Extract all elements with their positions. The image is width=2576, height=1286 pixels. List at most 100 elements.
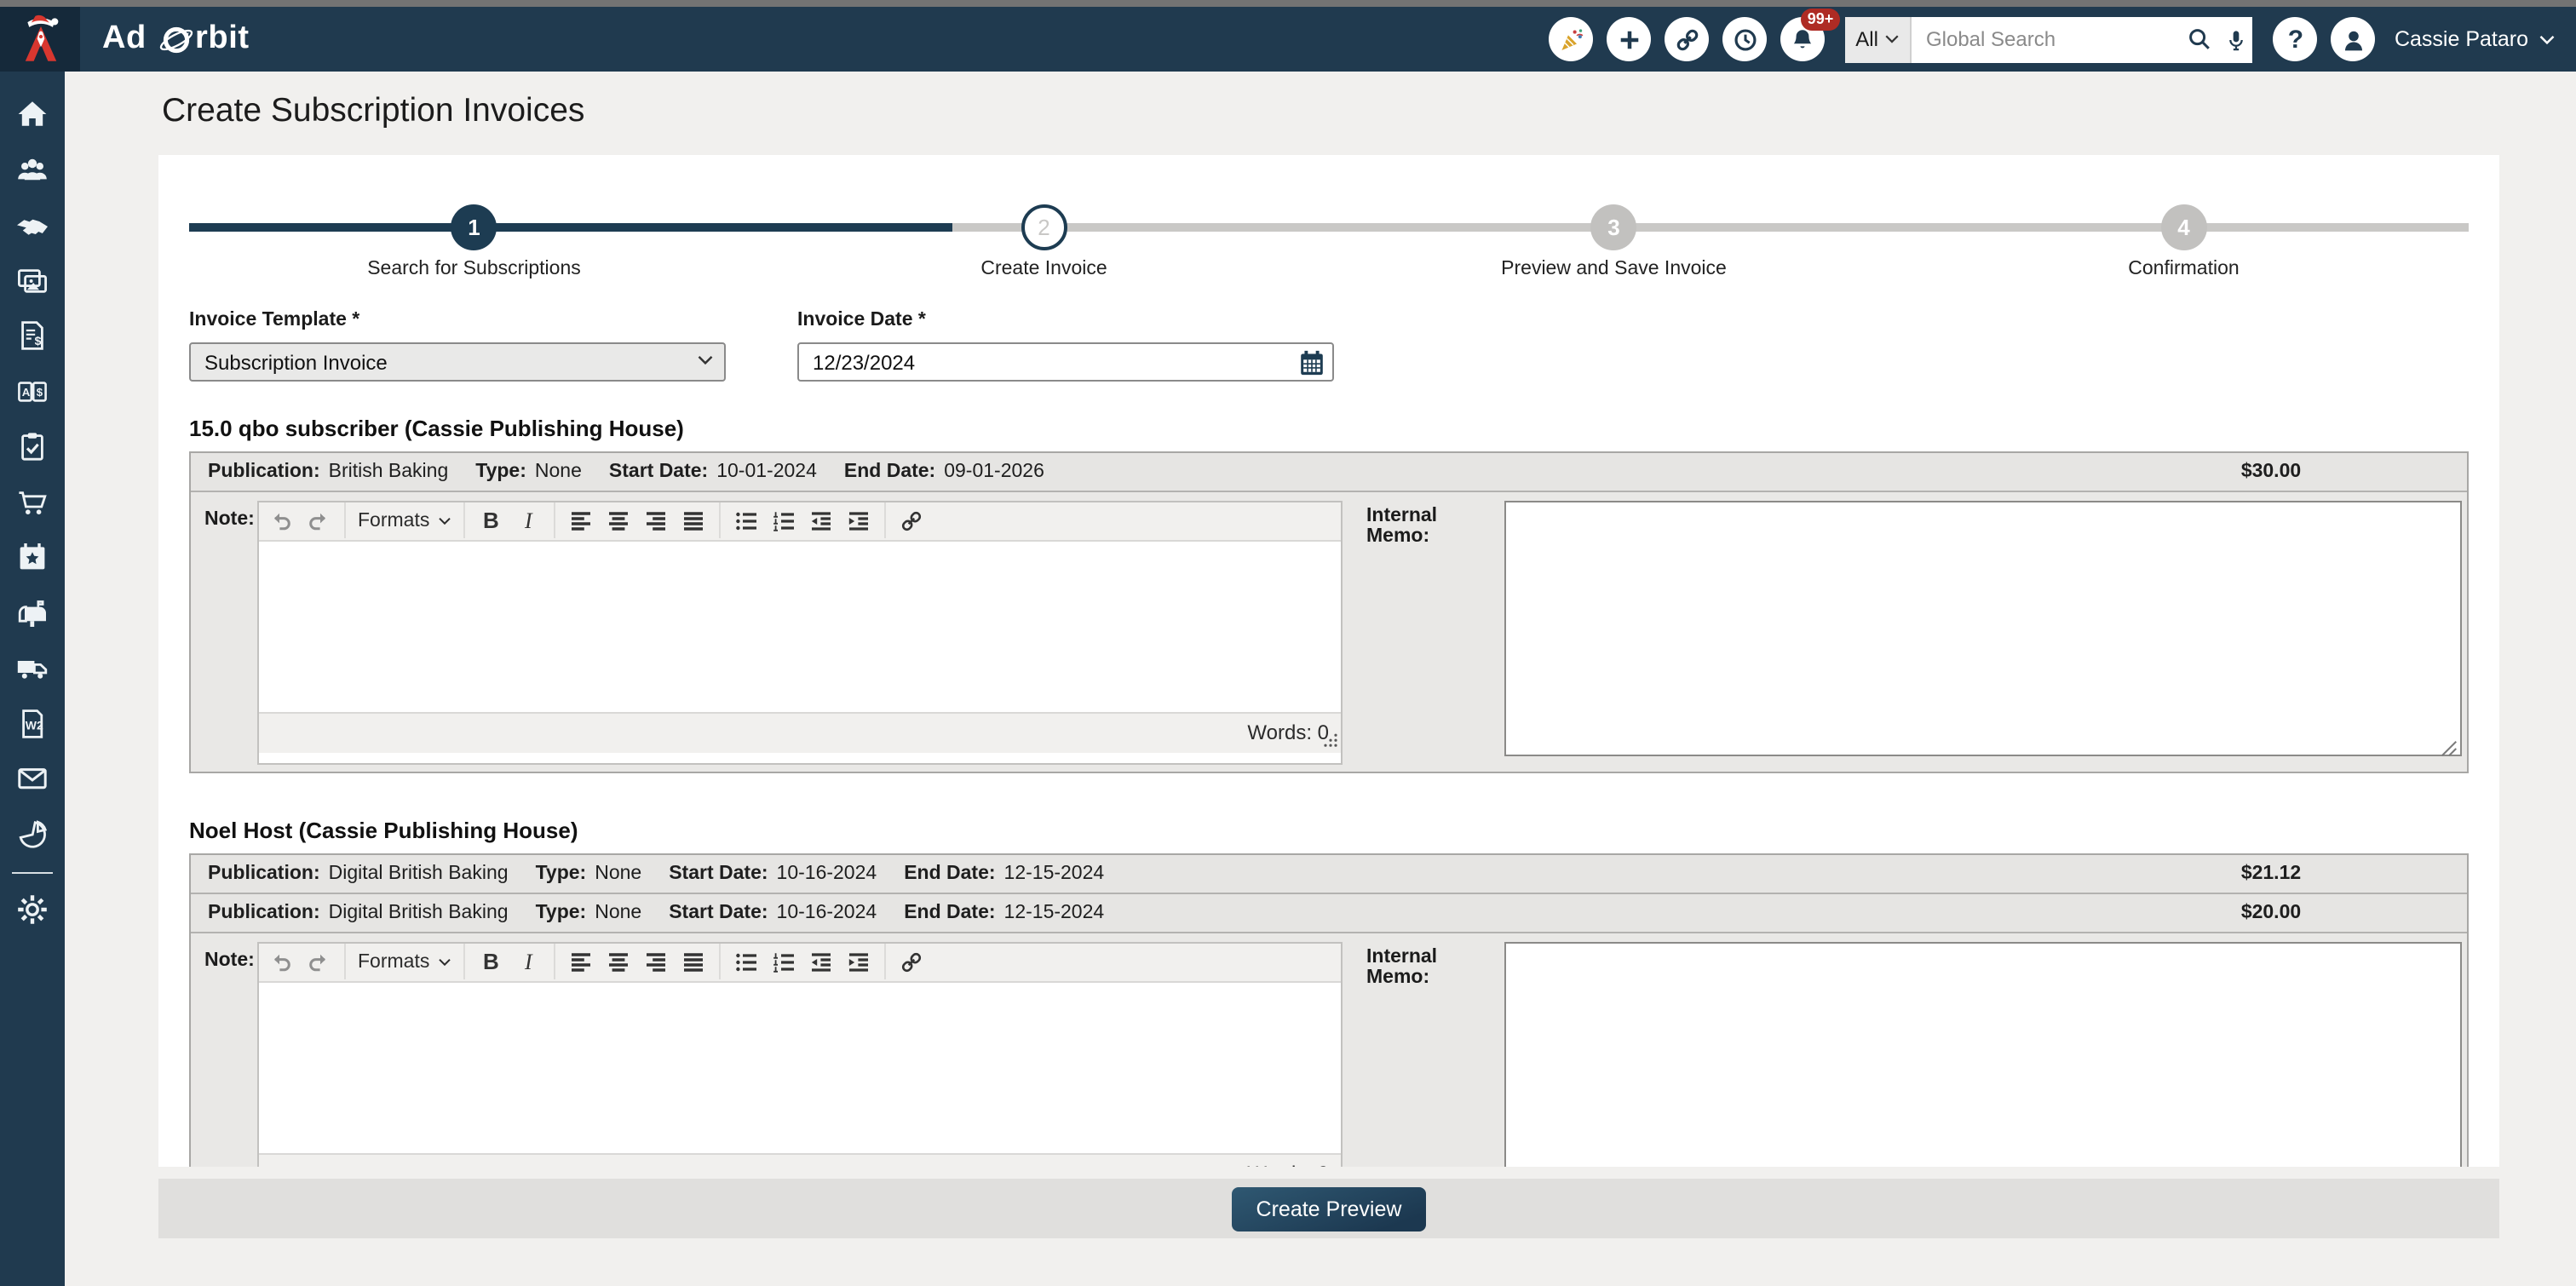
sidebar-item-settings[interactable] [0,882,65,938]
numbered-list-icon [772,950,796,973]
word-count: Words: 0 [1247,721,1329,744]
numbered-list-button[interactable] [770,503,797,537]
subscription-section: Noel Host (Cassie Publishing House) Publ… [189,818,2469,1167]
avatar[interactable] [2331,17,2376,61]
whats-new-button[interactable] [1549,17,1594,61]
numbered-list-button[interactable] [770,944,797,979]
sidebar-item-home[interactable] [0,87,65,142]
window-edge-strip [0,0,2576,7]
step-confirmation[interactable]: 4 Confirmation [1899,179,2469,281]
step-circle-4[interactable]: 4 [2160,204,2207,250]
sidebar-item-media[interactable] [0,253,65,308]
align-left-button[interactable] [567,944,595,979]
type-value: None [595,864,642,884]
step-search-for-subscriptions[interactable]: 1 Search for Subscriptions [189,179,759,281]
microphone-icon [2225,28,2247,50]
insert-link-button[interactable] [898,944,925,979]
justify-button[interactable] [680,503,707,537]
insert-link-button[interactable] [898,503,925,537]
sidebar-item-email[interactable] [0,751,65,807]
formats-label: Formats [358,510,430,531]
sidebar-item-billing[interactable] [0,308,65,364]
toolbar-separator [344,502,346,538]
undo-button[interactable] [267,503,295,537]
bell-icon [1791,27,1814,51]
notifications-button[interactable]: 99+ [1780,9,1841,61]
help-button[interactable]: ? [2273,17,2318,61]
type-label: Type: [475,462,526,482]
bullet-list-icon [734,950,758,973]
type-label: Type: [535,903,587,923]
redo-button[interactable] [305,503,332,537]
orbit-o-icon [158,21,193,57]
step-preview-and-save[interactable]: 3 Preview and Save Invoice [1329,179,1899,281]
editor-statusbar: Words: 0 [259,1152,1341,1167]
bold-button[interactable]: B [477,944,504,979]
sidebar-item-direct-mail[interactable] [0,585,65,640]
internal-memo-label: Internal Memo: [1366,946,1438,987]
shopping-cart-icon [15,485,49,520]
internal-memo-textarea[interactable] [1504,500,2462,755]
end-date-value: 12-15-2024 [1003,864,1105,884]
bullet-list-button[interactable] [733,503,760,537]
sidebar-item-partners[interactable] [0,198,65,253]
recent-history-button[interactable] [1722,17,1768,61]
invoice-date-input[interactable] [797,342,1334,382]
internal-memo-textarea[interactable] [1504,941,2462,1167]
search-scope-select[interactable]: All [1845,16,1912,62]
formats-dropdown[interactable]: Formats [358,951,451,972]
sidebar-item-tax-forms[interactable] [0,696,65,751]
quick-add-button[interactable] [1607,17,1652,61]
invoice-template-select[interactable]: Subscription Invoice [189,342,726,382]
bullet-list-button[interactable] [733,944,760,979]
note-edit-area[interactable] [259,541,1341,711]
user-name: Cassie Pataro [2394,27,2528,51]
search-submit-button[interactable] [2182,18,2219,60]
app-logo[interactable] [0,7,80,72]
indent-button[interactable] [845,503,872,537]
bold-button[interactable]: B [477,503,504,537]
italic-button[interactable]: I [515,503,542,537]
sidebar-item-store[interactable] [0,474,65,530]
step-create-invoice[interactable]: 2 Create Invoice [759,179,1329,281]
global-search-input[interactable] [1912,18,2182,60]
align-right-button[interactable] [642,944,670,979]
indent-button[interactable] [845,944,872,979]
resize-grip-icon[interactable] [1319,730,1339,750]
outdent-button[interactable] [808,503,835,537]
header-actions: 99+ All ? Cassie Pataro [1549,9,2576,62]
redo-button[interactable] [305,944,332,979]
row-amount: $20.00 [2240,903,2302,923]
sidebar-item-contacts[interactable] [0,142,65,198]
undo-icon [269,508,293,532]
note-edit-area[interactable] [259,982,1341,1152]
quick-links-button[interactable] [1665,17,1710,61]
sidebar-item-distribution[interactable] [0,640,65,696]
step-circle-2[interactable]: 2 [1021,204,1067,250]
undo-button[interactable] [267,944,295,979]
voice-search-button[interactable] [2219,18,2253,60]
editor-toolbar: Formats B I [259,943,1341,982]
sidebar-item-reports[interactable] [0,807,65,862]
publication-value: Digital British Baking [328,864,509,884]
start-date-label: Start Date: [608,462,709,482]
calendar-icon[interactable] [1298,349,1325,376]
step-circle-1[interactable]: 1 [451,204,497,250]
italic-button[interactable]: I [515,944,542,979]
step-circle-3[interactable]: 3 [1590,204,1637,250]
create-preview-button[interactable]: Create Preview [1232,1186,1426,1231]
toolbar-separator [554,502,556,538]
sidebar-item-events[interactable] [0,530,65,585]
outdent-button[interactable] [808,944,835,979]
align-left-button[interactable] [567,503,595,537]
justify-button[interactable] [680,944,707,979]
end-date-label: End Date: [843,462,936,482]
align-center-button[interactable] [605,503,632,537]
user-menu[interactable]: Cassie Pataro [2395,27,2556,51]
toolbar-separator [884,944,887,979]
sidebar-item-tasks[interactable] [0,419,65,474]
sidebar-item-rate-cards[interactable] [0,364,65,419]
formats-dropdown[interactable]: Formats [358,510,451,531]
align-center-button[interactable] [605,944,632,979]
align-right-button[interactable] [642,503,670,537]
